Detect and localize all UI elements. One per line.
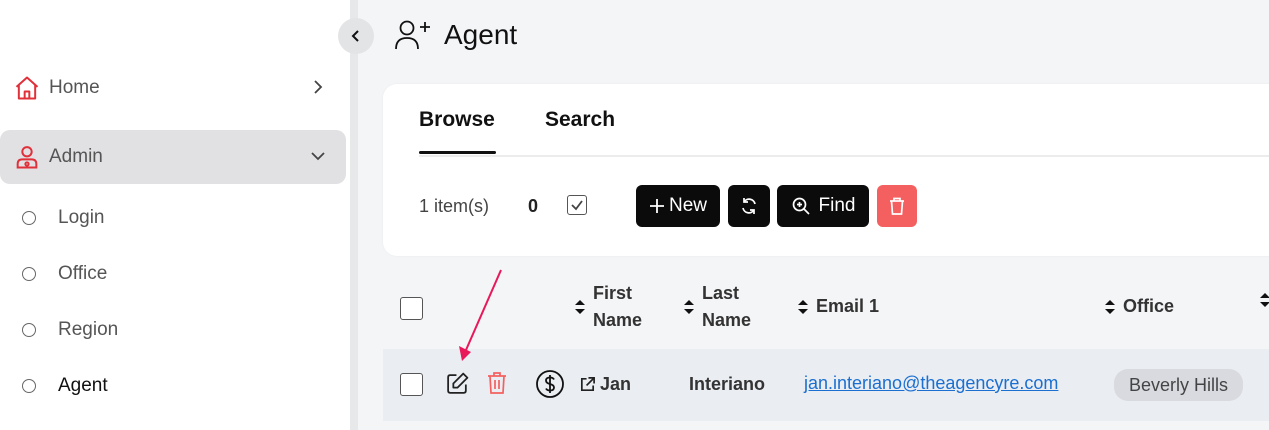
column-header-office[interactable]: Office [1105, 293, 1174, 320]
chevron-down-icon [308, 146, 328, 172]
first-name-text: Jan [600, 374, 632, 394]
new-button[interactable]: New [636, 185, 720, 227]
sidebar-subitem-region[interactable]: Region [22, 310, 118, 350]
select-all-checkbox[interactable] [400, 297, 423, 320]
edit-icon[interactable] [444, 370, 470, 396]
sort-icon [1105, 299, 1115, 314]
sidebar-collapse-button[interactable] [338, 18, 374, 54]
zoom-search-icon [791, 196, 811, 216]
sidebar: Home Admin Login Office Region Agent [0, 0, 352, 430]
new-button-label: New [668, 195, 707, 216]
sidebar-item-home[interactable]: Home [0, 61, 346, 115]
sidebar-subitem-office[interactable]: Office [22, 254, 107, 294]
tab-divider [419, 155, 1269, 157]
delete-selected-button[interactable] [877, 185, 917, 227]
column-header-next[interactable] [1260, 293, 1269, 307]
sidebar-item-admin[interactable]: Admin [0, 130, 346, 184]
column-header-label: Office [1123, 296, 1175, 316]
column-header-label: Email 1 [816, 296, 880, 316]
dollar-circle-icon[interactable] [535, 369, 565, 399]
office-badge: Beverly Hills [1114, 369, 1244, 401]
home-icon [12, 73, 42, 103]
page-title-text: Agent [444, 19, 518, 50]
sort-icon [575, 300, 585, 314]
sidebar-subitem-label: Region [58, 319, 119, 340]
column-header-last-name[interactable]: Last Name [684, 280, 751, 334]
refresh-button[interactable] [728, 185, 770, 227]
sort-icon [1260, 293, 1269, 307]
column-header-label: Name [593, 310, 643, 330]
column-header-label: Last [702, 283, 740, 303]
trash-icon [888, 196, 906, 216]
column-header-email[interactable]: Email 1 [798, 293, 879, 320]
radio-dot-icon [22, 211, 36, 225]
sidebar-subitem-label: Login [58, 207, 105, 228]
select-all-toggle[interactable] [567, 195, 587, 215]
selected-count: 0 [528, 196, 539, 216]
column-header-label: First [593, 283, 633, 303]
page-title: Agent [394, 14, 517, 56]
column-header-first-name[interactable]: First Name [575, 280, 642, 334]
sidebar-item-label: Admin [49, 146, 103, 167]
find-button-label: Find [818, 195, 856, 216]
sort-icon [684, 300, 694, 314]
tab-search[interactable]: Search [545, 108, 615, 132]
sidebar-subitem-login[interactable]: Login [22, 198, 105, 238]
browse-card: Browse Search 1 item(s) 0 New Find [383, 84, 1269, 256]
radio-dot-icon [22, 323, 36, 337]
column-header-label: Name [702, 310, 752, 330]
refresh-icon [739, 196, 759, 216]
sidebar-subitem-agent[interactable]: Agent [22, 366, 108, 406]
user-plus-icon [394, 18, 432, 52]
last-name-cell: Interiano [689, 374, 766, 394]
items-count-text: 1 item(s) [419, 196, 490, 216]
admin-user-icon [12, 142, 42, 172]
chevron-right-icon [308, 77, 328, 103]
sidebar-subitem-label: Office [58, 263, 108, 284]
first-name-link[interactable]: Jan [579, 374, 631, 395]
radio-dot-icon [22, 267, 36, 281]
plus-icon [649, 198, 665, 214]
radio-dot-icon [22, 379, 36, 393]
email-text[interactable]: jan.interiano@theagencyre.com [804, 373, 1058, 394]
tab-browse[interactable]: Browse [419, 108, 495, 132]
sidebar-subitem-label: Agent [58, 375, 108, 396]
external-link-icon [579, 376, 596, 393]
row-checkbox[interactable] [400, 373, 423, 396]
find-button[interactable]: Find [777, 185, 869, 227]
active-tab-indicator [419, 151, 496, 154]
email-link[interactable]: jan.interiano@theagencyre.com [804, 373, 1058, 394]
sidebar-scrollbar[interactable] [350, 0, 358, 430]
sort-icon [798, 299, 808, 314]
row-delete-icon[interactable] [486, 370, 508, 396]
sidebar-item-label: Home [49, 77, 100, 98]
